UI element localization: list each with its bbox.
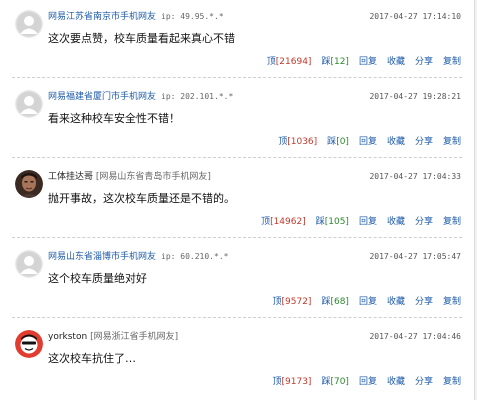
copy-button[interactable]: 复制	[443, 137, 461, 147]
comment-item: 网易山东省淄博市手机网友 ip: 60.210.*.* 2017-04-27 17…	[0, 240, 474, 318]
comment-ip: ip: 49.95.*.*	[161, 12, 224, 21]
comment-username[interactable]: 工体挂达哥	[48, 172, 93, 182]
copy-button[interactable]: 复制	[443, 377, 461, 387]
comment-actions: 顶[1036] 踩[0] 回复 收藏 分享 复制	[278, 136, 461, 148]
comment-item: 网易江苏省南京市手机网友 ip: 49.95.*.* 2017-04-27 17:…	[0, 0, 474, 78]
copy-button[interactable]: 复制	[443, 297, 461, 307]
comment-ip: ip: 202.101.*.*	[161, 92, 234, 101]
upvote-button[interactable]: 顶[1036]	[278, 137, 317, 147]
copy-button[interactable]: 复制	[443, 217, 461, 227]
reply-button[interactable]: 回复	[359, 377, 377, 387]
comment-username[interactable]: 网易福建省厦门市手机网友	[48, 92, 156, 102]
collect-button[interactable]: 收藏	[387, 217, 405, 227]
upvote-count: [1036]	[287, 137, 318, 147]
comment-text: 这个校车质量绝对好	[48, 272, 147, 285]
comment-timestamp: 2017-04-27 17:05:47	[369, 252, 461, 261]
reply-button[interactable]: 回复	[359, 217, 377, 227]
upvote-count: [21694]	[275, 57, 312, 67]
comment-item: yorkston [网易浙江省手机网友] 2017-04-27 17:04:46…	[0, 320, 474, 398]
downvote-button[interactable]: 踩[70]	[321, 377, 349, 387]
downvote-count: [0]	[336, 137, 349, 147]
comment-timestamp: 2017-04-27 19:28:21	[369, 92, 461, 101]
share-button[interactable]: 分享	[415, 377, 433, 387]
divider	[12, 77, 462, 78]
share-button[interactable]: 分享	[415, 217, 433, 227]
comment-text: 抛开事故，这次校车质量还是不错的。	[48, 192, 235, 205]
upvote-label: 顶	[266, 57, 276, 67]
comment-item: 网易福建省厦门市手机网友 ip: 202.101.*.* 2017-04-27 1…	[0, 80, 474, 158]
copy-button[interactable]: 复制	[443, 57, 461, 67]
downvote-button[interactable]: 踩[0]	[327, 137, 349, 147]
comment-location: [网易浙江省手机网友]	[90, 332, 179, 342]
comment-text: 这次要点赞，校车质量看起来真心不错	[48, 32, 235, 45]
comment-timestamp: 2017-04-27 17:04:46	[369, 332, 461, 341]
upvote-label: 顶	[261, 217, 271, 227]
comment-actions: 顶[14962] 踩[105] 回复 收藏 分享 复制	[261, 216, 461, 228]
upvote-button[interactable]: 顶[9173]	[272, 377, 311, 387]
reply-button[interactable]: 回复	[359, 297, 377, 307]
upvote-label: 顶	[272, 297, 282, 307]
downvote-button[interactable]: 踩[105]	[316, 217, 349, 227]
upvote-count: [9173]	[281, 377, 312, 387]
divider	[12, 157, 462, 158]
user-avatar[interactable]	[15, 330, 43, 358]
share-button[interactable]: 分享	[415, 57, 433, 67]
comment-timestamp: 2017-04-27 17:14:10	[369, 12, 461, 21]
default-avatar-icon[interactable]	[15, 250, 43, 278]
comment-list: 网易江苏省南京市手机网友 ip: 49.95.*.* 2017-04-27 17:…	[0, 0, 475, 400]
upvote-button[interactable]: 顶[21694]	[267, 57, 312, 67]
reply-button[interactable]: 回复	[359, 137, 377, 147]
upvote-label: 顶	[272, 377, 282, 387]
downvote-button[interactable]: 踩[68]	[321, 297, 349, 307]
comment-username[interactable]: yorkston	[48, 332, 87, 342]
downvote-button[interactable]: 踩[12]	[321, 57, 349, 67]
comment-actions: 顶[9173] 踩[70] 回复 收藏 分享 复制	[272, 376, 461, 388]
downvote-label: 踩	[315, 217, 325, 227]
comment-text: 看来这种校车安全性不错！	[48, 112, 180, 125]
comment-ip: ip: 60.210.*.*	[161, 252, 229, 261]
collect-button[interactable]: 收藏	[387, 377, 405, 387]
comment-item: 工体挂达哥 [网易山东省青岛市手机网友] 2017-04-27 17:04:33…	[0, 160, 474, 238]
downvote-label: 踩	[327, 137, 337, 147]
comment-actions: 顶[9572] 踩[68] 回复 收藏 分享 复制	[272, 296, 461, 308]
comment-timestamp: 2017-04-27 17:04:33	[369, 172, 461, 181]
comment-location: [网易山东省青岛市手机网友]	[95, 172, 211, 182]
upvote-count: [14962]	[270, 217, 306, 227]
comment-text: 这次校车抗住了…	[48, 352, 136, 365]
upvote-label: 顶	[278, 137, 288, 147]
collect-button[interactable]: 收藏	[387, 57, 405, 67]
downvote-count: [105]	[324, 217, 349, 227]
default-avatar-icon[interactable]	[15, 10, 43, 38]
downvote-count: [12]	[330, 57, 349, 67]
downvote-count: [68]	[330, 297, 349, 307]
default-avatar-icon[interactable]	[15, 90, 43, 118]
comment-username[interactable]: 网易山东省淄博市手机网友	[48, 252, 156, 262]
upvote-button[interactable]: 顶[9572]	[272, 297, 311, 307]
reply-button[interactable]: 回复	[359, 57, 377, 67]
divider	[12, 237, 462, 238]
collect-button[interactable]: 收藏	[387, 137, 405, 147]
user-avatar[interactable]	[15, 170, 43, 198]
collect-button[interactable]: 收藏	[387, 297, 405, 307]
share-button[interactable]: 分享	[415, 137, 433, 147]
share-button[interactable]: 分享	[415, 297, 433, 307]
upvote-button[interactable]: 顶[14962]	[261, 217, 306, 227]
downvote-count: [70]	[330, 377, 349, 387]
divider	[12, 317, 462, 318]
comment-actions: 顶[21694] 踩[12] 回复 收藏 分享 复制	[267, 56, 461, 68]
upvote-count: [9572]	[281, 297, 312, 307]
comment-username[interactable]: 网易江苏省南京市手机网友	[48, 12, 156, 22]
